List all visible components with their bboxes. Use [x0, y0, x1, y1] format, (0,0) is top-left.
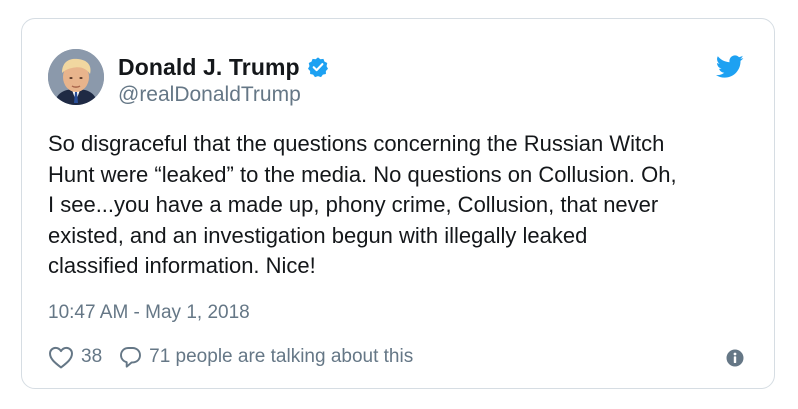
verified-badge-icon: [307, 56, 329, 78]
speech-bubble-icon: [118, 345, 143, 369]
author-name-row: Donald J. Trump: [118, 53, 329, 81]
people-talking-text: 71 people are talking about this: [149, 346, 414, 367]
tweet-text: So disgraceful that the questions concer…: [48, 131, 677, 278]
twitter-bird-icon[interactable]: [715, 55, 744, 79]
like-button[interactable]: 38: [48, 346, 102, 369]
tweet-actions: 38 71 people are talking about this: [48, 345, 413, 369]
avatar[interactable]: [48, 49, 104, 105]
author-handle[interactable]: @realDonaldTrump: [118, 83, 301, 107]
heart-icon: [48, 346, 74, 369]
info-icon[interactable]: [726, 349, 744, 367]
display-name[interactable]: Donald J. Trump: [118, 54, 300, 81]
tweet-card: Donald J. Trump @realDonaldTrump So disg…: [21, 18, 775, 389]
likes-count: 38: [81, 346, 103, 367]
reply-button[interactable]: 71 people are talking about this: [118, 345, 413, 369]
tweet-timestamp[interactable]: 10:47 AM - May 1, 2018: [48, 302, 250, 324]
